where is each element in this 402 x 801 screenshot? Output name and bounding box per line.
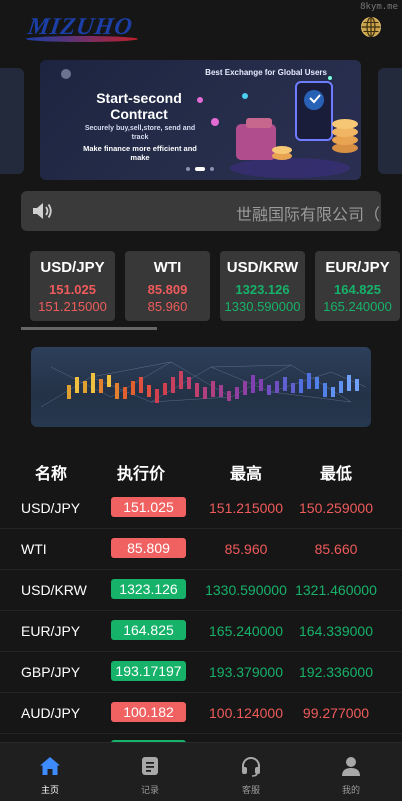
record-icon	[142, 757, 158, 775]
carousel-prev-slide[interactable]	[0, 68, 24, 174]
top-bar: MIZUHO 8kym.me	[0, 0, 402, 56]
row-low: 150.259000	[299, 500, 373, 516]
globe-icon[interactable]	[360, 16, 382, 38]
ticker-symbol: USD/KRW	[226, 259, 299, 276]
column-header-name: 名称	[35, 466, 68, 483]
tab-records-label: 记录	[140, 785, 159, 795]
table-header: 名称 执行价 最高 最低	[0, 450, 402, 488]
row-low: 1321.460000	[295, 582, 377, 598]
table-row[interactable]: WTI 85.809 85.960 85.660	[0, 529, 402, 570]
ticker-scroll-indicator[interactable]	[21, 327, 157, 330]
row-high: 1330.590000	[205, 582, 287, 598]
table-row[interactable]: AUD/JPY 100.182 100.124000 99.277000	[0, 693, 402, 734]
ticker-price: 164.825	[334, 282, 381, 297]
row-low: 85.660	[314, 541, 358, 557]
row-price-badge: 193.17197	[111, 661, 186, 681]
tab-home[interactable]: 主页	[10, 743, 90, 801]
row-symbol: AUD/JPY	[21, 705, 81, 721]
tab-records[interactable]: 记录	[110, 743, 190, 801]
ticker-price: 151.025	[49, 282, 96, 297]
carousel-dot-active[interactable]	[195, 167, 205, 171]
ticker-high: 1330.590000	[224, 299, 301, 314]
home-icon	[40, 757, 60, 775]
ticker-symbol: WTI	[153, 259, 182, 276]
carousel-dot[interactable]	[210, 167, 214, 171]
row-price-badge: 100.182	[111, 702, 186, 722]
ticker-high: 151.215000	[38, 299, 107, 314]
logo-swoosh	[26, 36, 138, 42]
row-price-badge: 151.025	[111, 497, 186, 517]
banner-tagline: Best Exchange for Global Users	[205, 68, 327, 77]
tab-home-label: 主页	[40, 785, 59, 795]
table-row[interactable]: GBP/JPY 193.17197 193.379000 192.336000	[0, 652, 402, 693]
carousel-dot[interactable]	[186, 167, 190, 171]
row-symbol: WTI	[21, 541, 47, 557]
ticker-strip[interactable]: USD/JPY 151.025 151.215000 WTI 85.809 85…	[30, 251, 402, 323]
user-icon	[342, 757, 360, 776]
row-high: 85.960	[224, 541, 268, 557]
row-low: 99.277000	[302, 705, 370, 721]
promo-banner[interactable]: Best Exchange for Global Users Start-sec…	[40, 60, 361, 180]
column-header-high: 最高	[230, 466, 263, 483]
row-high: 100.124000	[209, 705, 283, 721]
ticker-high: 85.960	[147, 299, 188, 314]
candlestick-illustration	[40, 361, 367, 408]
row-high: 193.379000	[209, 664, 283, 680]
row-low: 192.336000	[299, 664, 373, 680]
row-price-badge: 1323.126	[111, 579, 186, 599]
tab-profile-label: 我的	[341, 785, 360, 795]
carousel-next-slide[interactable]	[378, 68, 402, 174]
ticker-price: 85.809	[147, 282, 188, 297]
table-row[interactable]: USD/KRW 1323.126 1330.590000 1321.460000	[0, 570, 402, 611]
tab-profile[interactable]: 我的	[311, 743, 391, 801]
column-header-low: 最低	[320, 466, 353, 483]
market-chart-banner[interactable]	[31, 347, 371, 427]
row-symbol: USD/KRW	[21, 582, 87, 598]
speaker-icon	[33, 203, 52, 219]
ticker-card-usd-krw[interactable]: USD/KRW 1323.126 1330.590000	[220, 251, 305, 321]
market-table: 名称 执行价 最高 最低 USD/JPY 151.025 151.215000 …	[0, 450, 402, 734]
watermark-text: 8kym.me	[360, 2, 398, 12]
row-high: 165.240000	[209, 623, 283, 639]
notice-text: 世融国际有限公司（「世	[236, 207, 381, 224]
row-price-badge: 85.809	[111, 538, 186, 558]
table-row[interactable]: EUR/JPY 164.825 165.240000 164.339000	[0, 611, 402, 652]
ticker-high: 165.240000	[323, 299, 392, 314]
row-high: 151.215000	[209, 500, 283, 516]
row-symbol: GBP/JPY	[21, 664, 81, 680]
banner-subtitle: Securely buy,sell,store, send and track	[84, 125, 196, 141]
ticker-card-usd-jpy[interactable]: USD/JPY 151.025 151.215000	[30, 251, 115, 321]
ticker-card-eur-jpy[interactable]: EUR/JPY 164.825 165.240000	[315, 251, 400, 321]
row-price-badge: 164.825	[111, 620, 186, 640]
banner-title: Start-second Contract	[74, 90, 204, 122]
row-symbol: EUR/JPY	[21, 623, 81, 639]
ticker-symbol: USD/JPY	[40, 259, 105, 276]
ticker-symbol: EUR/JPY	[325, 259, 390, 276]
row-symbol: USD/JPY	[21, 500, 81, 516]
tab-support-label: 客服	[241, 785, 260, 795]
tab-support[interactable]: 客服	[211, 743, 291, 801]
banner-title-line2: Contract	[110, 106, 168, 122]
ticker-price: 1323.126	[235, 282, 290, 297]
notice-bar[interactable]: 世融国际有限公司（「世	[21, 191, 381, 231]
headset-icon	[242, 757, 260, 777]
ticker-card-wti[interactable]: WTI 85.809 85.960	[125, 251, 210, 321]
row-low: 164.339000	[299, 623, 373, 639]
banner-title-line1: Start-second	[96, 90, 182, 106]
carousel-dots[interactable]	[186, 167, 214, 171]
table-row[interactable]: USD/JPY 151.025 151.215000 150.259000	[0, 488, 402, 529]
bottom-tab-bar: 主页 记录 客服 我的	[0, 742, 402, 801]
banner-subtitle-2: Make finance more efficient and make	[83, 144, 197, 162]
column-header-price: 执行价	[117, 466, 166, 483]
